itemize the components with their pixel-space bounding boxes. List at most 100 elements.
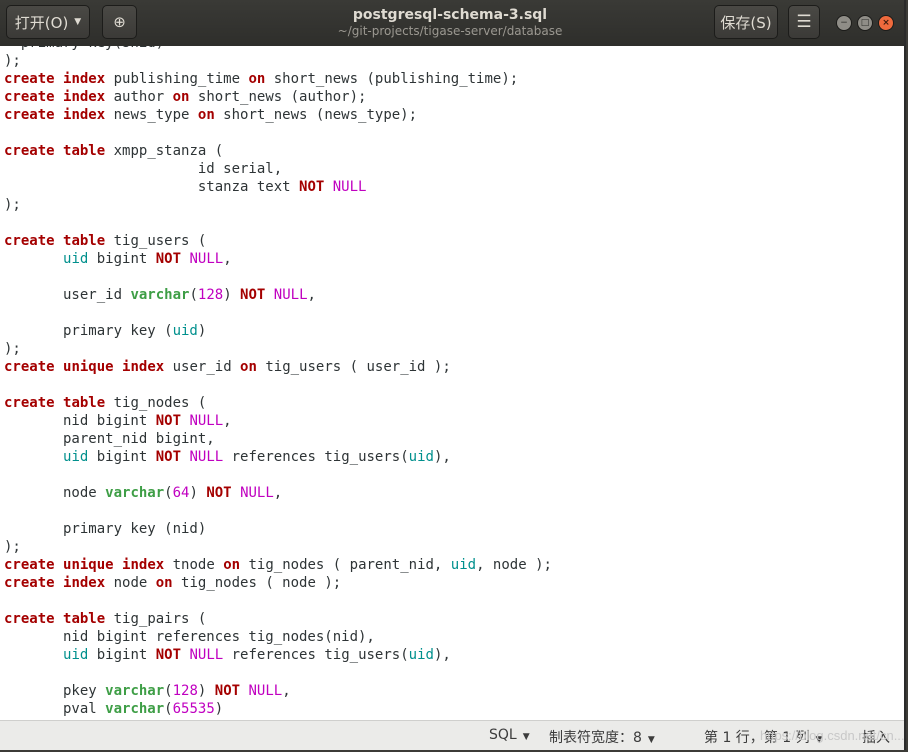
language-selector[interactable]: SQL ▼ <box>489 727 530 743</box>
keyword-token: NOT <box>155 413 182 429</box>
plain-token: pval <box>4 701 106 717</box>
maximize-button[interactable]: □ <box>857 15 873 31</box>
keyword-token: index <box>63 107 106 123</box>
open-button[interactable]: 打开(O) ▼ <box>6 5 90 39</box>
window-title-area: postgresql-schema-3.sql ~/git-projects/t… <box>300 6 600 39</box>
number-token: 64 <box>172 485 190 501</box>
keyword-token: NOT <box>206 485 232 501</box>
code-line: create index author on short_news (autho… <box>4 88 552 106</box>
code-line: create table tig_pairs ( <box>4 610 552 628</box>
null-token: NULL <box>189 647 224 663</box>
keyword-token: NOT <box>214 683 241 699</box>
null-token: NULL <box>332 179 367 195</box>
plain-token: nid bigint references tig_nodes(nid), <box>4 629 375 645</box>
plain-token: tig_nodes ( <box>105 395 207 411</box>
identifier-token: uid <box>172 323 198 339</box>
close-button[interactable]: × <box>878 15 894 31</box>
plain-token: primary key(snid) <box>4 46 164 51</box>
open-button-label: 打开(O) <box>14 13 69 32</box>
keyword-token: create <box>4 359 55 375</box>
type-token: varchar <box>130 287 190 303</box>
plain-token: ), <box>433 647 451 663</box>
number-token: 65535 <box>172 701 215 717</box>
plain-token: publishing_time <box>105 71 249 87</box>
code-line: pkey varchar(128) NOT NULL, <box>4 682 552 700</box>
keyword-token: index <box>122 557 165 573</box>
keyword-token: table <box>63 143 106 159</box>
plain-token: tnode <box>164 557 224 573</box>
code-line: ); <box>4 196 552 214</box>
plain-token: references tig_users( <box>223 647 409 663</box>
tab-width-selector[interactable]: 制表符宽度：8 ▼ <box>549 727 655 747</box>
new-document-button[interactable]: ⊕ <box>102 5 137 39</box>
plain-token: user_id <box>164 359 241 375</box>
keyword-token: index <box>63 71 106 87</box>
text-editor-area[interactable]: primary key(snid));create index publishi… <box>0 46 904 720</box>
keyword-token: on <box>197 107 215 123</box>
keyword-token: NOT <box>155 251 182 267</box>
code-line: create index publishing_time on short_ne… <box>4 70 552 88</box>
code-line: parent_nid bigint, <box>4 430 552 448</box>
hamburger-menu-icon: ☰ <box>796 12 812 32</box>
minimize-button[interactable]: − <box>836 15 852 31</box>
plain-token: xmpp_stanza ( <box>105 143 224 159</box>
plain-token: , <box>273 485 283 501</box>
plain-token: ) <box>197 323 207 339</box>
plain-token: ); <box>4 53 21 69</box>
plain-token: short_news (author); <box>189 89 367 105</box>
chevron-down-icon: ▼ <box>647 735 655 745</box>
plain-token: news_type <box>105 107 198 123</box>
plain-token: ( <box>189 287 198 303</box>
plain-token: node <box>4 485 106 501</box>
identifier-token: uid <box>63 647 89 663</box>
code-line: stanza text NOT NULL <box>4 178 552 196</box>
code-line: ); <box>4 340 552 358</box>
plain-token: ( <box>164 485 173 501</box>
plain-token: parent_nid bigint, <box>4 431 215 447</box>
plain-token: tig_nodes ( parent_nid, <box>240 557 451 573</box>
plain-token: ( <box>164 701 173 717</box>
new-document-icon: ⊕ <box>113 13 126 31</box>
save-button-label: 保存(S) <box>720 13 772 32</box>
keyword-token: on <box>240 359 257 375</box>
plain-token: user_id <box>4 287 131 303</box>
identifier-token: uid <box>408 449 434 465</box>
null-token: NULL <box>189 413 224 429</box>
plain-token: , node ); <box>476 557 552 573</box>
plain-token: node <box>105 575 156 591</box>
window-subtitle: ~/git-projects/tigase-server/database <box>337 24 563 38</box>
code-line: create unique index user_id on tig_users… <box>4 358 552 376</box>
keyword-token: on <box>223 557 241 573</box>
plain-token: ) <box>223 287 241 303</box>
watermark: https://blog.csdn.net/cn... <box>760 728 905 743</box>
keyword-token: NOT <box>299 179 325 195</box>
keyword-token: create <box>4 143 55 159</box>
keyword-token: create <box>4 395 55 411</box>
keyword-token: table <box>63 611 106 627</box>
number-token: 128 <box>172 683 198 699</box>
code-line: uid bigint NOT NULL, <box>4 250 552 268</box>
identifier-token: uid <box>450 557 477 573</box>
keyword-token: table <box>63 395 106 411</box>
keyword-token: unique <box>63 359 114 375</box>
plain-token: references tig_users( <box>223 449 409 465</box>
null-token: NULL <box>248 683 283 699</box>
code-line: create unique index tnode on tig_nodes (… <box>4 556 552 574</box>
hamburger-menu-button[interactable]: ☰ <box>788 5 820 39</box>
type-token: varchar <box>105 701 165 717</box>
code-line: create table tig_nodes ( <box>4 394 552 412</box>
save-button[interactable]: 保存(S) <box>714 5 778 39</box>
keyword-token: on <box>155 575 173 591</box>
type-token: varchar <box>105 485 165 501</box>
